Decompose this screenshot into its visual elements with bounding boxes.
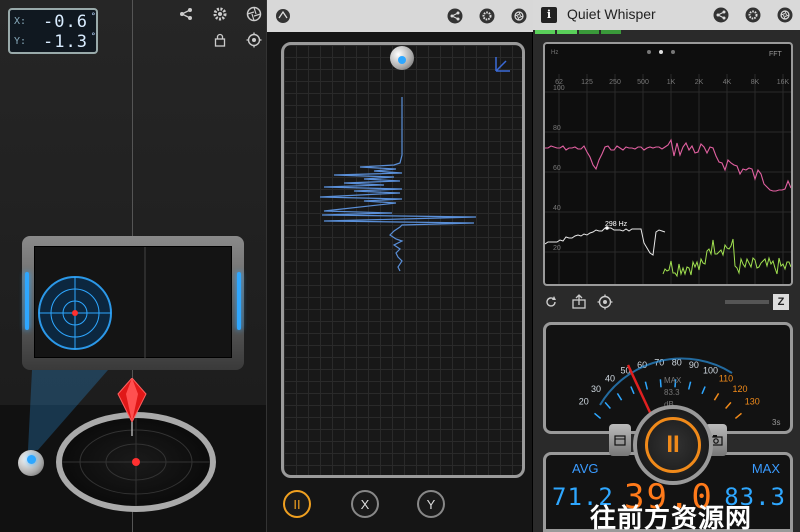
- sensor-ball-top: [390, 46, 414, 70]
- freq-tick-label: 2K: [695, 79, 704, 86]
- db-tick-label: 40: [553, 205, 561, 212]
- avg-label: AVG: [572, 461, 599, 476]
- db-scale-tick: [701, 386, 706, 395]
- frequency-marker: 298 Hz: [605, 221, 628, 228]
- x-value: -0.6: [43, 12, 88, 32]
- share-icon[interactable]: [176, 4, 196, 24]
- share-icon[interactable]: [711, 5, 731, 25]
- sensor-ball-left: [18, 450, 44, 476]
- db-scale-tick: [630, 386, 635, 395]
- db-scale-tick: [594, 412, 602, 419]
- bubble-level-frame: [22, 236, 244, 370]
- db-scale-label: 110: [719, 374, 733, 384]
- y-axis-button[interactable]: Y: [417, 490, 445, 518]
- calendar-log-icon[interactable]: [609, 424, 631, 456]
- app-title: Quiet Whisper: [567, 6, 656, 22]
- freq-tick-label: 4K: [723, 79, 732, 86]
- db-tick-label: 80: [553, 125, 561, 132]
- lock-icon[interactable]: [210, 30, 230, 50]
- share-icon[interactable]: [571, 294, 587, 313]
- x-label: X:: [14, 16, 27, 27]
- db-scale-label: 30: [591, 384, 601, 394]
- share-icon[interactable]: [445, 6, 465, 26]
- db-scale-tick: [604, 401, 611, 409]
- x-axis-button[interactable]: X: [351, 490, 379, 518]
- xy-readout: X: -0.6 ° Y: -1.3 °: [8, 8, 98, 54]
- gear-icon[interactable]: [743, 5, 763, 25]
- spectrum-analyzer: Hz FFT 62 125 250 500 1K 2K 4K 8K 16K 100 80 60 40 2…: [543, 42, 793, 286]
- x-degree: °: [90, 12, 96, 22]
- info-icon[interactable]: i: [541, 7, 557, 23]
- db-scale-label: 100: [703, 366, 718, 376]
- z-icon[interactable]: Z: [773, 294, 789, 310]
- seismometer-app-panel: II X Y: [266, 0, 533, 532]
- freq-tick-label: 8K: [751, 79, 760, 86]
- watermark: 往前方资源网: [590, 504, 753, 532]
- db-tick-label: 60: [553, 165, 561, 172]
- pause-icon: II: [645, 417, 701, 473]
- db-scale-tick: [734, 412, 742, 419]
- aperture-icon[interactable]: [775, 5, 795, 25]
- meter-max-value: 83.3: [664, 388, 680, 397]
- db-scale-tick: [713, 393, 720, 401]
- y-label: Y:: [14, 36, 27, 47]
- meter-max-label: MAX: [664, 376, 682, 385]
- meter-time-label: 3s: [772, 418, 780, 427]
- target-icon[interactable]: [244, 30, 264, 50]
- freq-tick-label: 500: [637, 79, 649, 86]
- left-level-tab: [25, 272, 29, 330]
- x-readout-row: X: -0.6 °: [14, 12, 96, 32]
- axis-icon: [495, 57, 510, 72]
- y-degree: °: [90, 32, 96, 42]
- db-scale-tick: [616, 393, 623, 401]
- seismograph-graph: [281, 42, 525, 478]
- level-strip: [535, 30, 621, 34]
- freq-tick-label: 16K: [777, 79, 790, 86]
- max-label: MAX: [751, 461, 780, 476]
- corner-left-label: Hz: [551, 50, 558, 56]
- db-scale-label: 20: [579, 396, 589, 406]
- level-app-panel: X: -0.6 ° Y: -1.3 °: [0, 0, 266, 532]
- right-level-tab: [237, 272, 241, 330]
- whisper-toolbar: i Quiet Whisper: [533, 0, 800, 30]
- red-crystal-icon: [117, 378, 147, 436]
- bubble-screen: [34, 246, 232, 359]
- db-tick-label: 20: [553, 245, 561, 252]
- quiet-whisper-app-panel: i Quiet Whisper Hz FFT 62 125 250 500 1K 2K 4K…: [533, 0, 800, 532]
- target-icon[interactable]: [597, 294, 613, 313]
- zoom-slider[interactable]: [725, 300, 769, 304]
- y-value: -1.3: [43, 32, 88, 52]
- record-pause-button[interactable]: II: [633, 405, 713, 485]
- fft-label: FFT: [769, 51, 783, 58]
- db-scale-label: 120: [732, 384, 747, 394]
- seismograph-logo-icon[interactable]: [273, 6, 293, 26]
- seismo-toolbar: [267, 0, 533, 32]
- gear-icon[interactable]: [477, 6, 497, 26]
- db-scale-label: 130: [745, 396, 760, 406]
- rotate-icon[interactable]: [543, 294, 559, 313]
- db-scale-tick: [687, 381, 692, 390]
- freq-tick-label: 250: [609, 79, 621, 86]
- spectrum-plot: Hz FFT 62 125 250 500 1K 2K 4K 8K 16K 1008060402…: [545, 50, 791, 284]
- db-tick-label: 100: [553, 85, 565, 92]
- y-readout-row: Y: -1.3 °: [14, 32, 96, 52]
- seismo-pause-button[interactable]: II: [283, 490, 311, 518]
- aperture-icon[interactable]: [244, 4, 264, 24]
- freq-tick-label: 1K: [667, 79, 676, 86]
- db-scale-label: 90: [689, 360, 699, 370]
- gear-icon[interactable]: [210, 4, 230, 24]
- db-scale-tick: [644, 381, 649, 390]
- db-scale-tick: [725, 401, 732, 409]
- db-scale-label: 40: [605, 374, 615, 384]
- aperture-icon[interactable]: [509, 6, 529, 26]
- bubble-target-svg: [38, 247, 146, 359]
- freq-tick-label: 125: [581, 79, 593, 86]
- db-scale-tick: [659, 379, 662, 388]
- seismograph-trace: [319, 97, 477, 272]
